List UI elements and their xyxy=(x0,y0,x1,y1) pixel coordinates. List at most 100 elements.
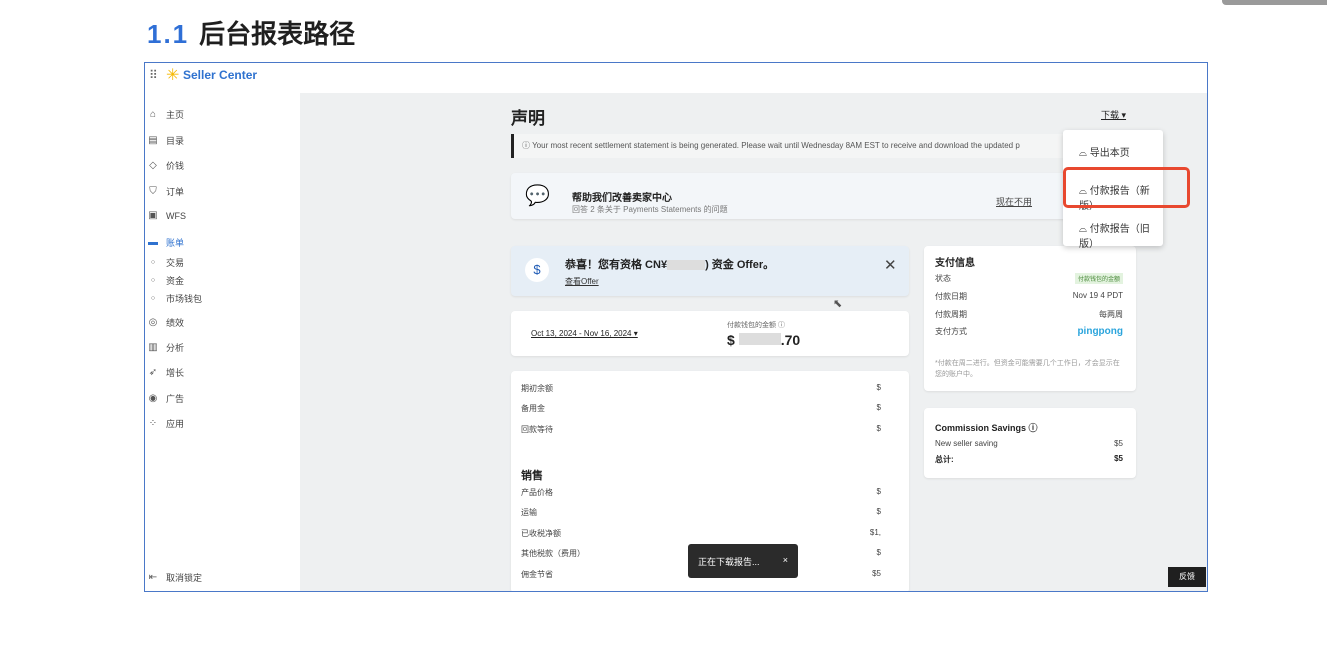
brand-logo[interactable]: Seller Center xyxy=(183,68,257,82)
sidebar-item-growth[interactable]: ➶ 增长 xyxy=(148,366,184,379)
pingpong-logo: pingpong xyxy=(1077,326,1123,337)
close-icon[interactable]: × xyxy=(783,555,788,567)
redacted xyxy=(667,260,706,271)
commission-row: New seller saving $5 xyxy=(935,439,1123,448)
row-label: 备用金 xyxy=(521,404,545,413)
status-badge: 付款钱包的金额 xyxy=(1074,273,1123,284)
label: 导出本页 xyxy=(1089,148,1130,159)
label: New seller saving xyxy=(935,439,998,448)
row-value: $ xyxy=(876,383,881,392)
menu-item-export-page[interactable]: ⌓ 导出本页 xyxy=(1079,144,1130,159)
sales-heading: 销售 xyxy=(521,470,543,482)
download-dropdown[interactable]: 下载 ▾ xyxy=(1101,108,1126,121)
redacted xyxy=(738,333,781,345)
window-edge xyxy=(1222,0,1327,5)
label: 账单 xyxy=(166,238,185,248)
sidebar-item-analytics[interactable]: ▥ 分析 xyxy=(148,341,184,354)
chat-bubbles-icon: 💬 xyxy=(525,185,550,207)
tag-icon: ◇ xyxy=(149,160,157,171)
sidebar-item-performance[interactable]: ◎ 绩效 xyxy=(148,316,184,329)
label: 支付方式 xyxy=(935,327,967,336)
offer-text: 恭喜！您有资格 CN¥) 资金 Offer。 xyxy=(565,256,774,272)
section-heading: 1.1 后台报表路径 xyxy=(147,14,355,51)
target-icon: ◉ xyxy=(148,393,158,404)
table-row: 回款等待 $ xyxy=(521,424,881,435)
close-icon[interactable]: ✕ xyxy=(884,256,897,274)
row-value: $1, xyxy=(869,528,881,537)
payment-title: 支付信息 xyxy=(935,258,975,269)
cart-icon: ⛉ xyxy=(149,186,157,197)
label: 应用 xyxy=(166,419,185,429)
sidebar-item-apps[interactable]: ⁘ 应用 xyxy=(148,417,184,430)
label: 主页 xyxy=(166,110,185,120)
label: 状态 xyxy=(935,274,951,283)
feedback-survey-card: 💬 帮助我们改善卖家中心 回答 2 条关于 Payments Statement… xyxy=(511,173,1076,219)
highlight-box xyxy=(1063,167,1190,208)
download-label: 下载 xyxy=(1101,110,1120,120)
date-range-select[interactable]: Oct 13, 2024 - Nov 16, 2024 ▾ xyxy=(531,329,638,338)
card-icon: ▬ xyxy=(148,237,158,248)
sidebar-subitem-transactions[interactable]: ○ 交易 xyxy=(148,256,184,269)
walmart-spark-icon: ✳ xyxy=(166,67,180,84)
label: 增长 xyxy=(166,368,185,378)
value: $5 xyxy=(1114,454,1123,463)
bullet-icon: ○ xyxy=(150,295,156,302)
apps-icon: ⁘ xyxy=(148,418,158,429)
sidebar-subitem-funds[interactable]: ○ 资金 xyxy=(148,274,184,287)
table-row: 备用金 $ xyxy=(521,403,881,414)
table-row: 已收税净额 $1, xyxy=(521,528,881,539)
amount-value: $ .70 xyxy=(727,332,800,348)
label: Commission Savings xyxy=(935,423,1027,433)
sidebar: ⌂ 主页 ▤ 目录 ◇ 价钱 ⛉ 订单 ▣ WFS ▬ 账单 ○ 交易 ○ 资金 ○ 市场钱包 ◎… xyxy=(145,93,300,591)
label: 分析 xyxy=(166,343,185,353)
lock-dollar-icon: $ xyxy=(525,258,549,282)
payment-info-card: 支付信息 状态 付款钱包的金额 付款日期 Nov 19 4 PDT 付款周期 每两周 … xyxy=(924,246,1136,391)
row-label: 回款等待 xyxy=(521,425,553,434)
page-title: 声明 xyxy=(511,109,545,128)
currency: $ xyxy=(727,332,735,348)
table-row: 期初余额 $ xyxy=(521,383,881,394)
mouse-cursor-icon: ⬉ xyxy=(833,298,843,310)
collapse-icon: ⇤ xyxy=(148,572,158,583)
not-now-link[interactable]: 现在不用 xyxy=(996,195,1032,208)
sidebar-subitem-wallet[interactable]: ○ 市场钱包 xyxy=(148,292,202,305)
sidebar-item-catalog[interactable]: ▤ 目录 xyxy=(148,134,184,147)
sidebar-item-home[interactable]: ⌂ 主页 xyxy=(148,108,184,121)
sidebar-item-orders[interactable]: ⛉ 订单 xyxy=(148,185,184,198)
bullet-icon: ○ xyxy=(150,259,156,266)
rocket-icon: ➶ xyxy=(148,367,158,378)
bullet-icon: ○ xyxy=(150,277,156,284)
section-number: 1.1 xyxy=(147,19,190,49)
offer-prefix: 恭喜！您有资格 CN¥ xyxy=(565,259,668,271)
payment-row: 付款周期 每两周 xyxy=(935,309,1123,320)
sidebar-unpin[interactable]: ⇤ 取消锁定 xyxy=(148,571,202,584)
view-offer-link[interactable]: 查看Offer xyxy=(565,276,599,287)
sidebar-item-wfs[interactable]: ▣ WFS xyxy=(148,210,186,221)
label: 订单 xyxy=(166,187,185,197)
label: 价钱 xyxy=(166,161,185,171)
app-grid-icon[interactable]: ⠿ xyxy=(149,68,158,82)
feedback-button[interactable]: 反馈 xyxy=(1168,567,1206,587)
payment-row: 付款日期 Nov 19 4 PDT xyxy=(935,291,1123,302)
label: 付款日期 xyxy=(935,292,967,301)
download-toast: 正在下载报告... × xyxy=(688,544,798,578)
commission-title: Commission Savings ⓘ xyxy=(935,423,1038,433)
row-value: $ xyxy=(876,403,881,412)
sidebar-item-billing[interactable]: ▬ 账单 xyxy=(148,236,184,249)
home-icon: ⌂ xyxy=(149,109,157,120)
date-range: Oct 13, 2024 - Nov 16, 2024 xyxy=(531,329,632,338)
label: 总计: xyxy=(935,455,954,464)
sidebar-item-pricing[interactable]: ◇ 价钱 xyxy=(148,159,184,172)
table-row: 产品价格 $ xyxy=(521,487,881,498)
row-label: 产品价格 xyxy=(521,488,553,497)
row-label: 其他税款（费用） xyxy=(521,549,585,558)
label: 取消锁定 xyxy=(166,573,203,583)
section-title: 后台报表路径 xyxy=(199,19,356,49)
gauge-icon: ◎ xyxy=(148,317,158,328)
menu-item-payment-report-old[interactable]: ⌓ 付款报告（旧版） xyxy=(1079,220,1163,250)
survey-title: 帮助我们改善卖家中心 xyxy=(572,193,672,204)
sidebar-item-ads[interactable]: ◉ 广告 xyxy=(148,392,184,405)
chart-icon: ▥ xyxy=(148,342,158,353)
cents: .70 xyxy=(780,332,801,348)
amount-label: 付款钱包的金额 ⓘ xyxy=(727,322,785,329)
